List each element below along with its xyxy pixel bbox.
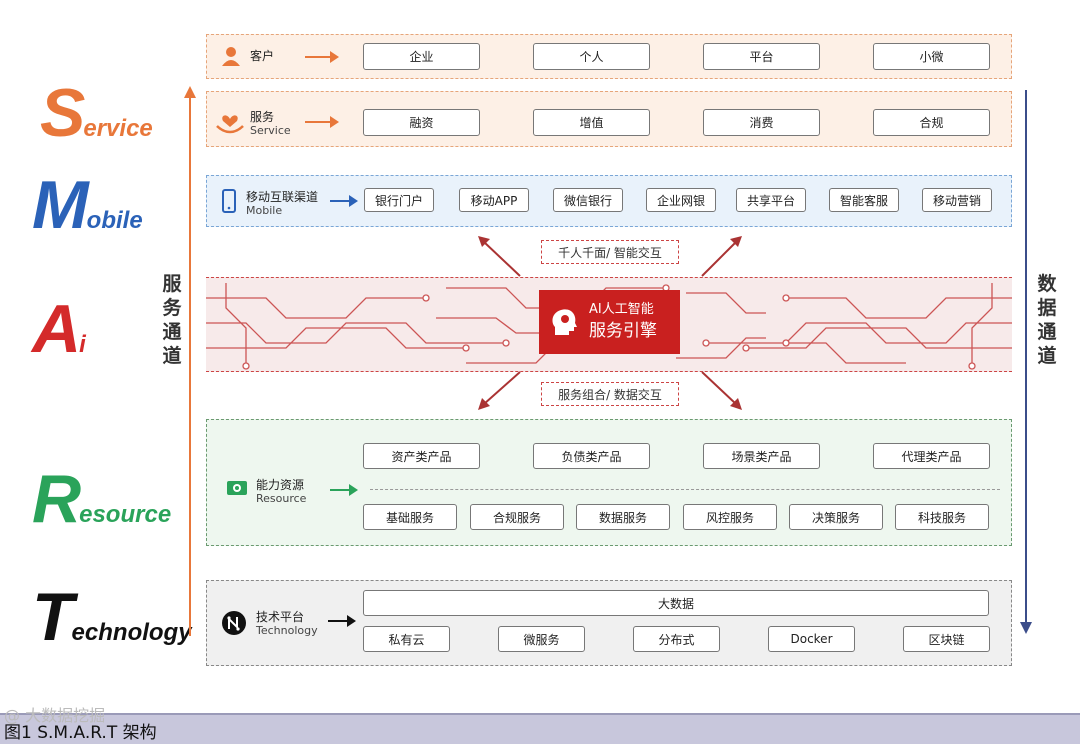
resource-divider (370, 489, 1000, 490)
service-tech: 科技服务 (895, 504, 989, 530)
service-value-added: 增值 (533, 109, 650, 136)
service-channel-label: 服务通道 (162, 273, 182, 367)
technology-letter: Technology (32, 579, 192, 655)
resource-letter: Resource (32, 461, 172, 537)
tech-bigdata: 大数据 (363, 590, 989, 616)
product-assets: 资产类产品 (363, 443, 480, 469)
ai-bottom-tag: 服务组合/ 数据交互 (541, 382, 679, 406)
mobile-label: 移动互联渠道 Mobile (246, 190, 319, 218)
tech-private-cloud: 私有云 (363, 626, 450, 652)
phone-icon (222, 189, 236, 213)
tech-distributed: 分布式 (633, 626, 720, 652)
hands-heart-icon (216, 115, 244, 134)
service-compliance-res: 合规服务 (470, 504, 564, 530)
customer-label: 客户 (250, 49, 275, 63)
data-channel-label: 数据通道 (1037, 273, 1057, 367)
mobile-wechat-bank: 微信银行 (553, 188, 623, 212)
customer-platform: 平台 (703, 43, 820, 70)
mobile-shared-platform: 共享平台 (736, 188, 806, 212)
product-liabilities: 负债类产品 (533, 443, 650, 469)
mobile-letter: Mobile (32, 167, 143, 243)
service-risk: 风控服务 (683, 504, 777, 530)
mobile-marketing: 移动营销 (922, 188, 992, 212)
person-icon (222, 47, 240, 66)
chip-logo-icon (222, 611, 246, 635)
ai-letter: Ai (32, 291, 86, 367)
service-data: 数据服务 (576, 504, 670, 530)
caption-bar (0, 713, 1080, 744)
service-label: 服务 Service (250, 110, 291, 138)
ai-engine: AI人工智能 服务引擎 (539, 290, 680, 354)
data-channel-arrow (1020, 90, 1032, 634)
customer-arrow (305, 51, 339, 63)
ai-engine-line1: AI人工智能 (589, 302, 654, 317)
service-basic: 基础服务 (363, 504, 457, 530)
tech-docker: Docker (768, 626, 855, 652)
mobile-bank-portal: 银行门户 (364, 188, 434, 212)
customer-micro: 小微 (873, 43, 990, 70)
figure-caption: 图1 S.M.A.R.T 架构 (4, 723, 157, 743)
customer-individual: 个人 (533, 43, 650, 70)
ai-up-arrows (478, 236, 742, 277)
money-icon (227, 481, 247, 495)
head-brain-icon (552, 309, 577, 335)
service-financing: 融资 (363, 109, 480, 136)
mobile-smart-support: 智能客服 (829, 188, 899, 212)
tech-microservice: 微服务 (498, 626, 585, 652)
technology-arrow (328, 615, 356, 627)
product-scenario: 场景类产品 (703, 443, 820, 469)
service-decision: 决策服务 (789, 504, 883, 530)
tech-blockchain: 区块链 (903, 626, 990, 652)
resource-label: 能力资源 Resource (256, 478, 307, 506)
technology-label: 技术平台 Technology (256, 610, 318, 638)
product-agency: 代理类产品 (873, 443, 990, 469)
ai-engine-line2: 服务引擎 (589, 321, 657, 341)
resource-arrow (330, 484, 358, 496)
service-compliance: 合规 (873, 109, 990, 136)
mobile-corporate-banking: 企业网银 (646, 188, 716, 212)
mobile-arrow (330, 195, 358, 207)
service-consumption: 消费 (703, 109, 820, 136)
customer-enterprise: 企业 (363, 43, 480, 70)
service-arrow (305, 116, 339, 128)
service-letter: Service (40, 75, 153, 151)
mobile-app: 移动APP (459, 188, 529, 212)
